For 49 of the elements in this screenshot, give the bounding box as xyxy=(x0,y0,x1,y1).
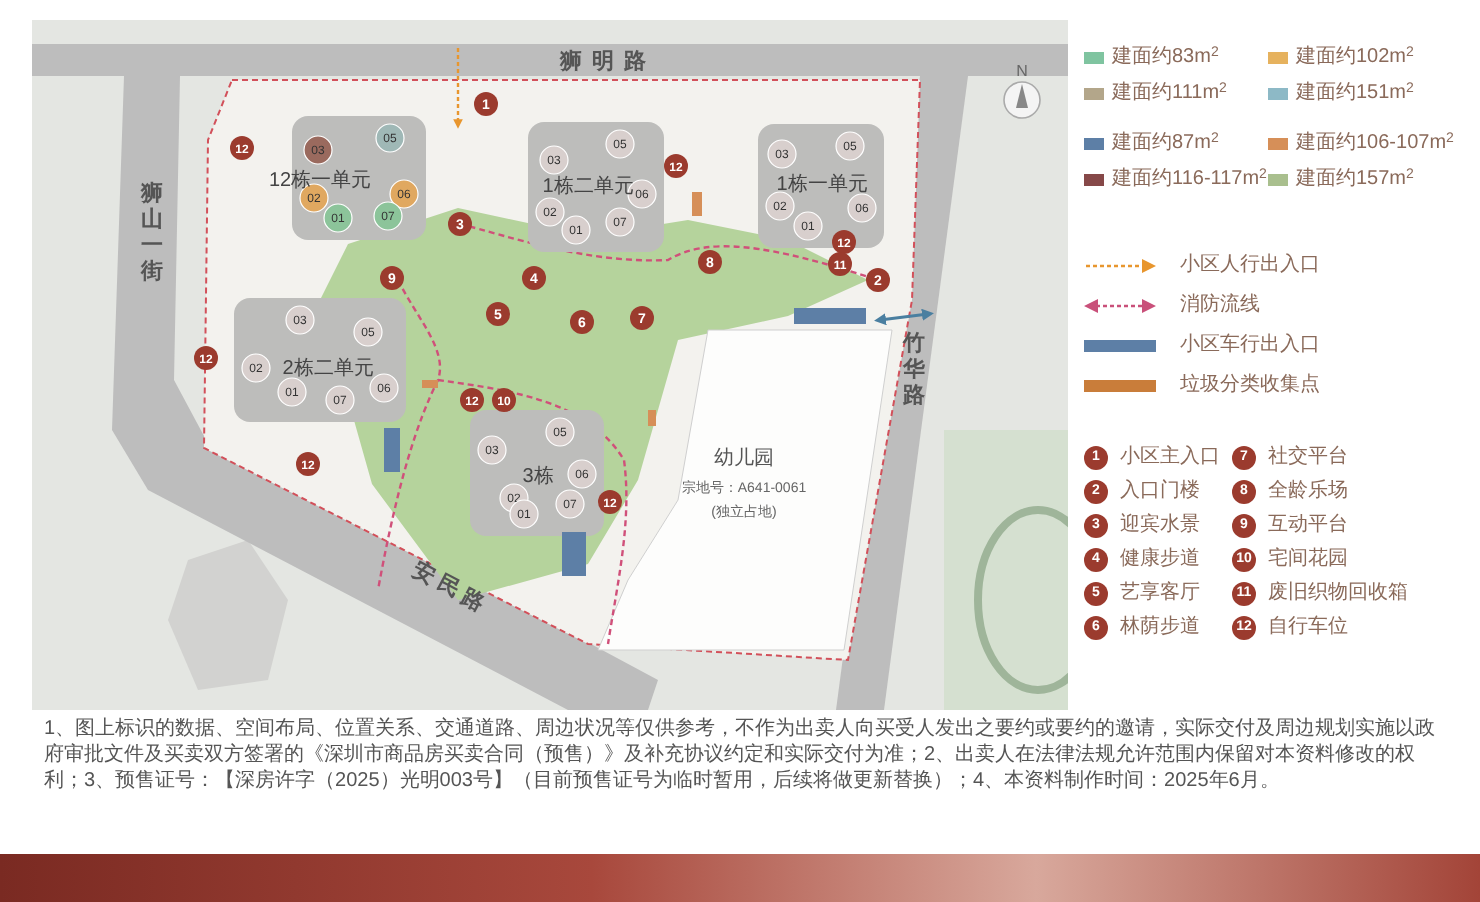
pedestrian-entrance-arrow xyxy=(453,48,463,129)
waste-collection-marker xyxy=(692,192,702,216)
building-label: 1栋二单元 xyxy=(542,176,634,198)
facility-label: 废旧织物回收箱 xyxy=(1268,580,1408,606)
area-label: 建面约87m$^{2}$ xyxy=(1112,130,1219,156)
facility-label: 健康步道 xyxy=(1120,546,1200,572)
route-label: 消防流线 xyxy=(1180,292,1260,318)
kindergarten-label: 幼儿园 xyxy=(714,448,774,470)
area-label: 建面约106-107m$^{2}$ xyxy=(1296,130,1454,156)
road-name: 安民路 xyxy=(408,558,494,619)
route-label: 垃圾分类收集点 xyxy=(1180,372,1320,398)
building-label: 2栋二单元 xyxy=(282,358,374,380)
route-label: 小区人行出入口 xyxy=(1180,252,1320,278)
facility-label: 互动平台 xyxy=(1268,512,1348,538)
area-label: 建面约116-117m$^{2}$ xyxy=(1112,166,1267,192)
facility-label: 迎宾水景 xyxy=(1120,512,1200,538)
waste-point-icon xyxy=(1084,375,1156,395)
road-name: 竹华路 xyxy=(903,332,925,408)
road-name: 狮山一街 xyxy=(141,182,163,284)
facility-label: 小区主入口 xyxy=(1120,444,1220,470)
pedestrian-arrow-icon xyxy=(1084,255,1156,275)
facility-label: 自行车位 xyxy=(1268,614,1348,640)
area-label: 建面约102m$^{2}$ xyxy=(1296,44,1414,70)
waste-collection-marker xyxy=(648,410,656,426)
vehicle-entrance-marker xyxy=(562,532,586,576)
area-label: 建面约111m$^{2}$ xyxy=(1112,80,1227,106)
building-label: 3栋 xyxy=(522,466,554,488)
vehicle-entrance-icon xyxy=(1084,335,1156,355)
facility-label: 艺享客厅 xyxy=(1120,580,1200,606)
vehicle-entrance-marker xyxy=(384,428,400,472)
compass-label: N xyxy=(1016,62,1028,80)
waste-collection-marker xyxy=(422,380,438,388)
facility-label: 林荫步道 xyxy=(1120,614,1200,640)
area-label: 建面约151m$^{2}$ xyxy=(1296,80,1414,106)
facility-label: 入口门楼 xyxy=(1120,478,1200,504)
area-label: 建面约157m$^{2}$ xyxy=(1296,166,1414,192)
area-label: 建面约83m$^{2}$ xyxy=(1112,44,1219,70)
compass-icon xyxy=(1003,81,1041,119)
route-label: 小区车行出入口 xyxy=(1180,332,1320,358)
building-label: 1栋一单元 xyxy=(776,174,868,196)
facility-label: 全龄乐场 xyxy=(1268,478,1348,504)
double-arrow-icon xyxy=(1084,295,1156,315)
road-name: 狮明路 xyxy=(560,50,656,74)
facility-label: 社交平台 xyxy=(1268,444,1348,470)
vehicle-entrance-arrow xyxy=(874,308,934,326)
building-label: 12栋一单元 xyxy=(268,170,372,192)
facility-label: 宅间花园 xyxy=(1268,546,1348,572)
disclaimer-note: 1、图上标识的数据、空间布局、位置关系、交通道路、周边状况等仅供参考，不作为出卖人向买受人发出之要约或要约的邀请，实际交付及周边规划实施以政府审批文件及买卖双方签署的《深圳市商品房买卖合同（预售）》及补充协议约定和实际交付为准；2、出卖人在法律法规允许范围内保留对本资料修改的权利；3、预售证号：【深房许字（2025）光明003号】（目前预售证号为临时暂用，后续将做更新替换）；4、本资料制作时间：2025年6月。 xyxy=(42,715,1438,794)
vehicle-entrance-marker xyxy=(794,308,866,324)
